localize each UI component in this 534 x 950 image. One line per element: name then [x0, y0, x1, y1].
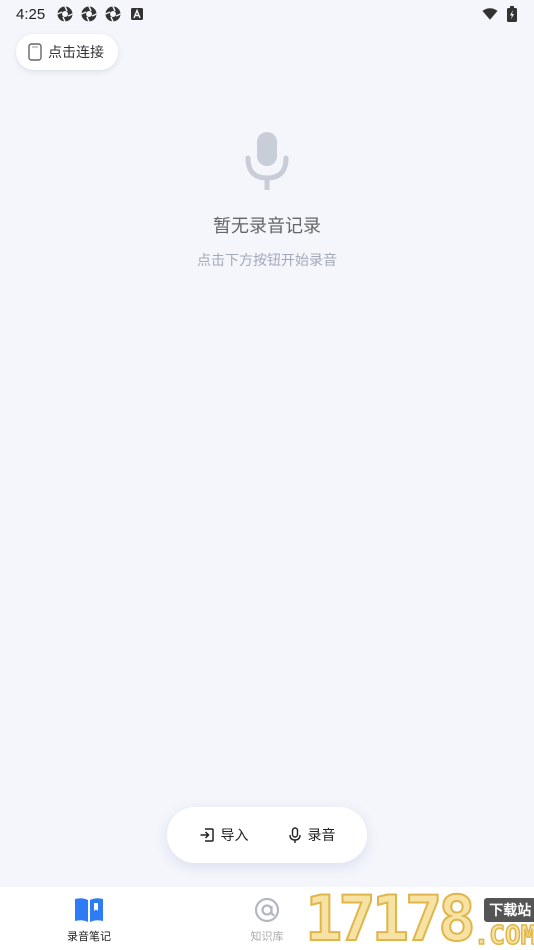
connect-device-button[interactable]: 点击连接	[16, 34, 118, 70]
watermark-badge: 下载站	[484, 898, 534, 922]
empty-title: 暂无录音记录	[213, 216, 321, 237]
record-label: 录音	[307, 828, 336, 844]
aperture-icon	[105, 6, 122, 22]
empty-subtitle: 点击下方按钮开始录音	[197, 253, 337, 269]
status-time: 4:25	[16, 5, 46, 23]
nav-label: 知识库	[250, 930, 284, 943]
import-icon	[199, 827, 215, 843]
nav-label: 录音笔记	[67, 930, 111, 943]
import-button[interactable]: 导入	[199, 825, 249, 845]
nav-item-recording-notes[interactable]: 录音笔记	[0, 887, 178, 950]
book-open-icon	[74, 897, 104, 923]
watermark-right: 下载站 .COM	[473, 898, 534, 950]
aperture-icon	[57, 6, 74, 22]
action-bar: 导入 录音	[167, 807, 367, 863]
a-badge-icon	[129, 6, 145, 22]
status-system-icons	[482, 6, 520, 22]
connect-label: 点击连接	[48, 45, 104, 61]
empty-state: 暂无录音记录 点击下方按钮开始录音	[0, 130, 534, 270]
watermark-com: .COM	[473, 921, 534, 950]
battery-charging-icon	[504, 6, 520, 22]
watermark-logo: 17178 下载站 .COM	[305, 888, 534, 950]
record-button[interactable]: 录音	[288, 825, 336, 845]
device-icon	[28, 43, 42, 61]
microphone-icon	[245, 130, 289, 192]
at-sign-icon	[254, 897, 280, 923]
microphone-icon	[288, 826, 302, 844]
status-bar: 4:25	[0, 0, 534, 28]
aperture-icon	[81, 6, 98, 22]
status-notification-icons	[57, 6, 145, 22]
import-label: 导入	[220, 828, 249, 844]
wifi-icon	[482, 6, 498, 22]
watermark-digits: 17178	[305, 888, 477, 950]
